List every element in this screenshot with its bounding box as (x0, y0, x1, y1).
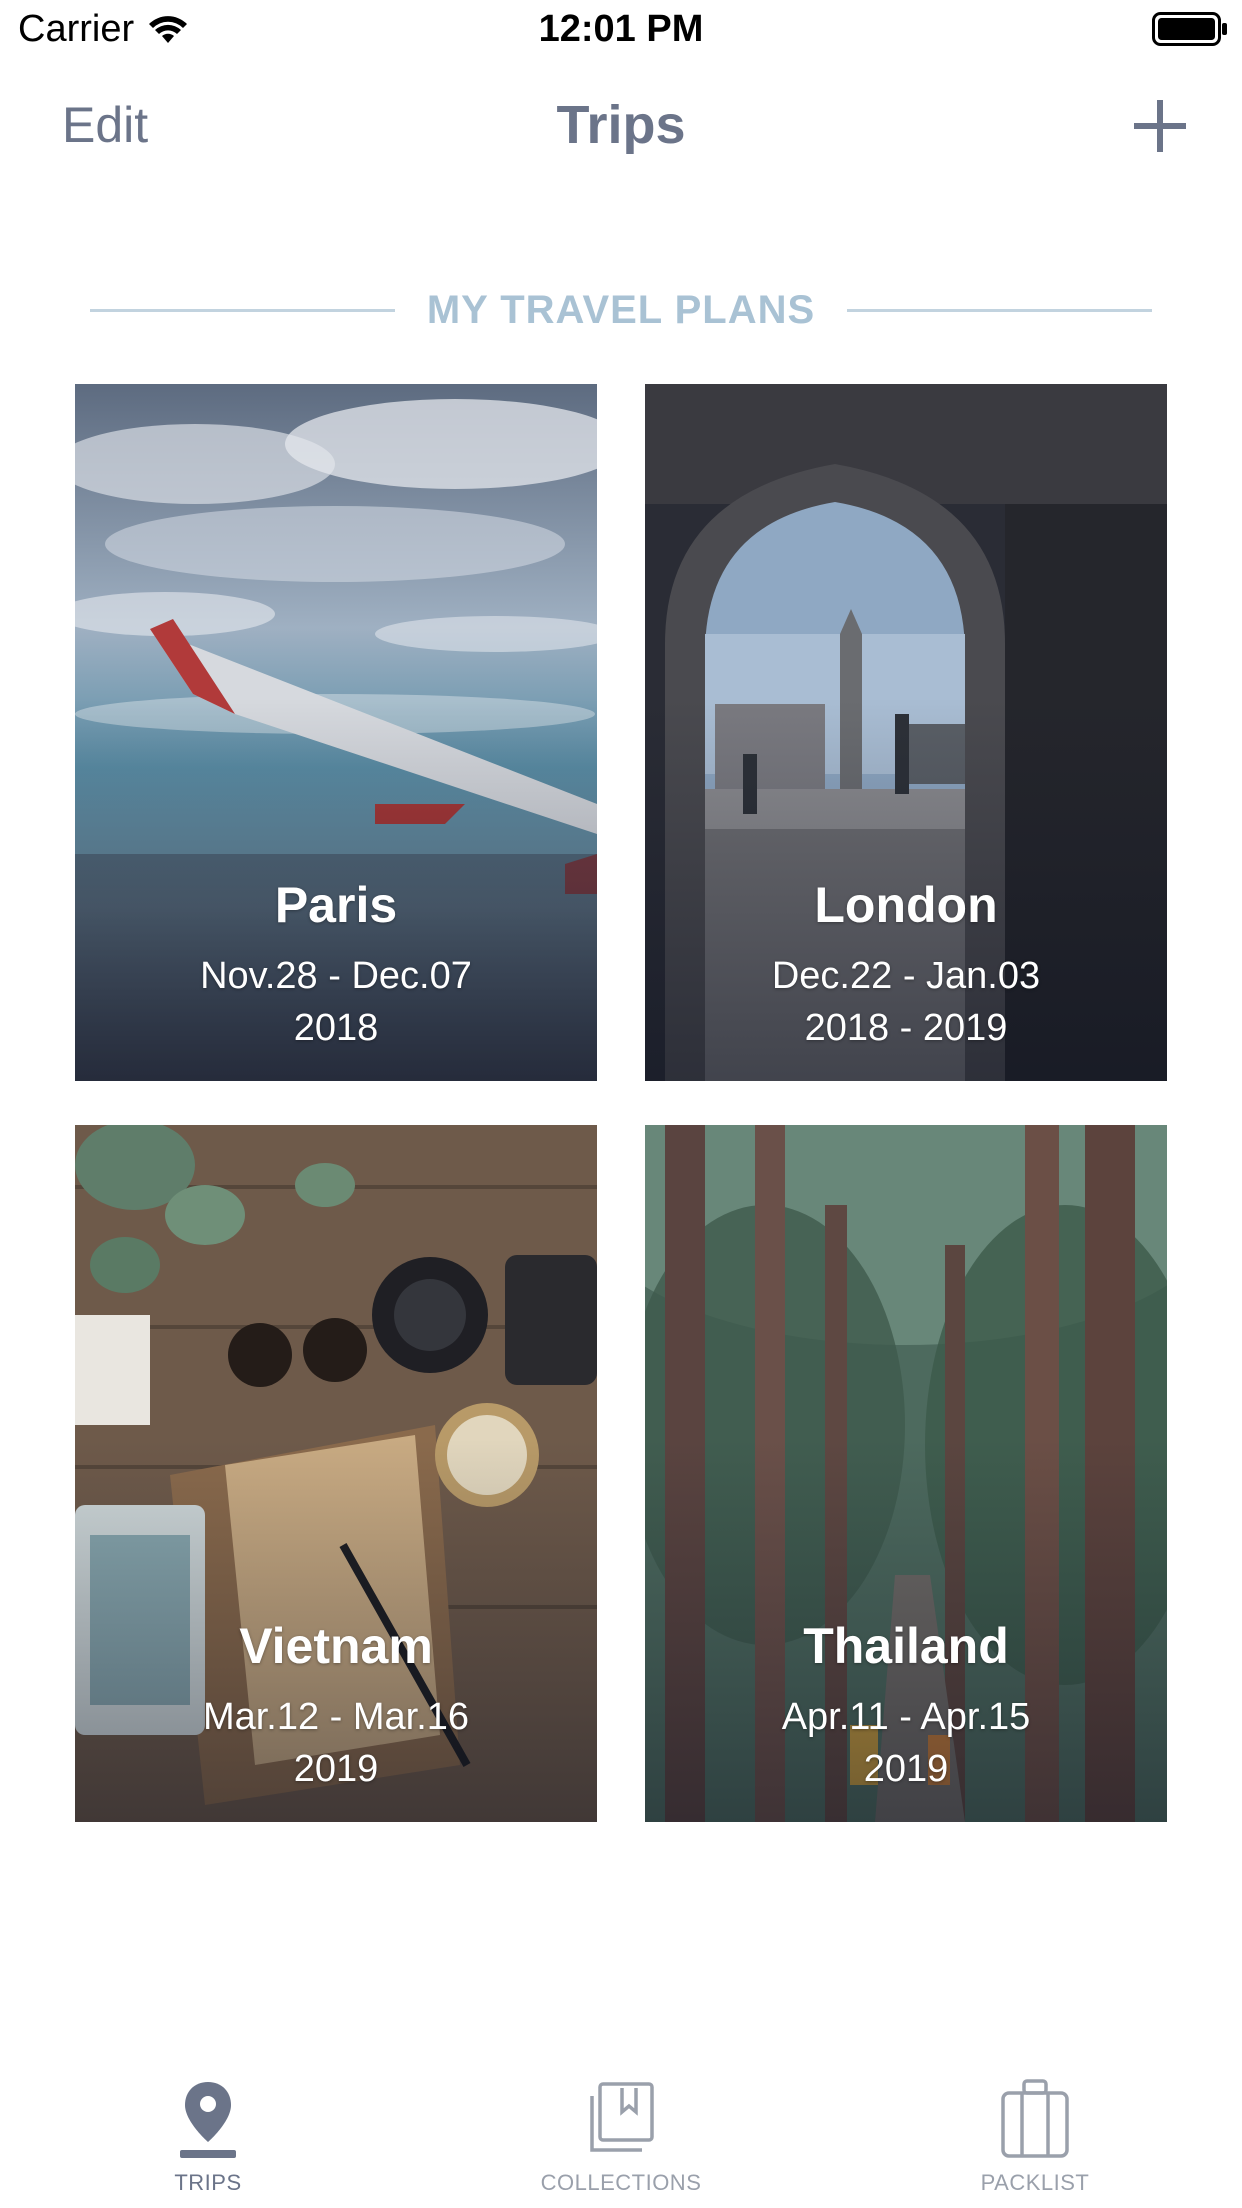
trip-card-vietnam[interactable]: Vietnam Mar.12 - Mar.16 2019 (75, 1125, 597, 1822)
trip-name: London (814, 877, 998, 933)
tab-label: COLLECTIONS (540, 2170, 702, 2195)
trip-caption: London Dec.22 - Jan.03 2018 - 2019 (645, 872, 1167, 1054)
trip-dates: Mar.12 - Mar.16 (202, 1696, 470, 1738)
trip-year: 2019 (863, 1748, 949, 1790)
navigation-bar: Edit Trips (0, 80, 1242, 170)
trip-card-paris[interactable]: Paris Nov.28 - Dec.07 2018 (75, 384, 597, 1081)
battery-icon (1152, 12, 1227, 46)
trip-caption: Thailand Apr.11 - Apr.15 2019 (645, 1613, 1167, 1795)
tab-bar: TRIPS COLLECTIONS PACKLIST (0, 2060, 1242, 2208)
collections-icon (590, 2082, 654, 2152)
tab-label: PACKLIST (980, 2170, 1090, 2195)
map-pin-icon (180, 2082, 236, 2158)
section-divider-right (847, 308, 1153, 312)
trip-year: 2019 (293, 1748, 379, 1790)
trip-name: Vietnam (239, 1618, 433, 1674)
section-divider-left (90, 308, 395, 312)
status-bar: Carrier 12:01 PM (0, 0, 1242, 62)
trip-dates: Nov.28 - Dec.07 (200, 955, 472, 997)
status-time: 12:01 PM (538, 8, 704, 50)
suitcase-icon (1001, 2079, 1069, 2158)
trip-name: Paris (274, 877, 398, 933)
trip-name: Thailand (803, 1618, 1009, 1674)
tab-collections[interactable]: COLLECTIONS (521, 2060, 721, 2208)
trip-caption: Paris Nov.28 - Dec.07 2018 (75, 872, 597, 1054)
tab-label: TRIPS (174, 2170, 242, 2195)
trip-dates: Dec.22 - Jan.03 (771, 955, 1041, 997)
tab-packlist[interactable]: PACKLIST (955, 2060, 1115, 2208)
section-title: MY TRAVEL PLANS (426, 287, 816, 332)
trip-year: 2018 - 2019 (804, 1007, 1008, 1049)
page-title: Trips (556, 95, 686, 155)
plus-icon[interactable] (1132, 98, 1188, 154)
section-header: MY TRAVEL PLANS (90, 286, 1153, 334)
trip-year: 2018 (293, 1007, 379, 1049)
tab-trips[interactable]: TRIPS (128, 2060, 288, 2208)
trip-card-london[interactable]: London Dec.22 - Jan.03 2018 - 2019 (645, 384, 1167, 1081)
trip-caption: Vietnam Mar.12 - Mar.16 2019 (75, 1613, 597, 1795)
trip-dates: Apr.11 - Apr.15 (781, 1696, 1031, 1738)
trip-card-thailand[interactable]: Thailand Apr.11 - Apr.15 2019 (645, 1125, 1167, 1822)
